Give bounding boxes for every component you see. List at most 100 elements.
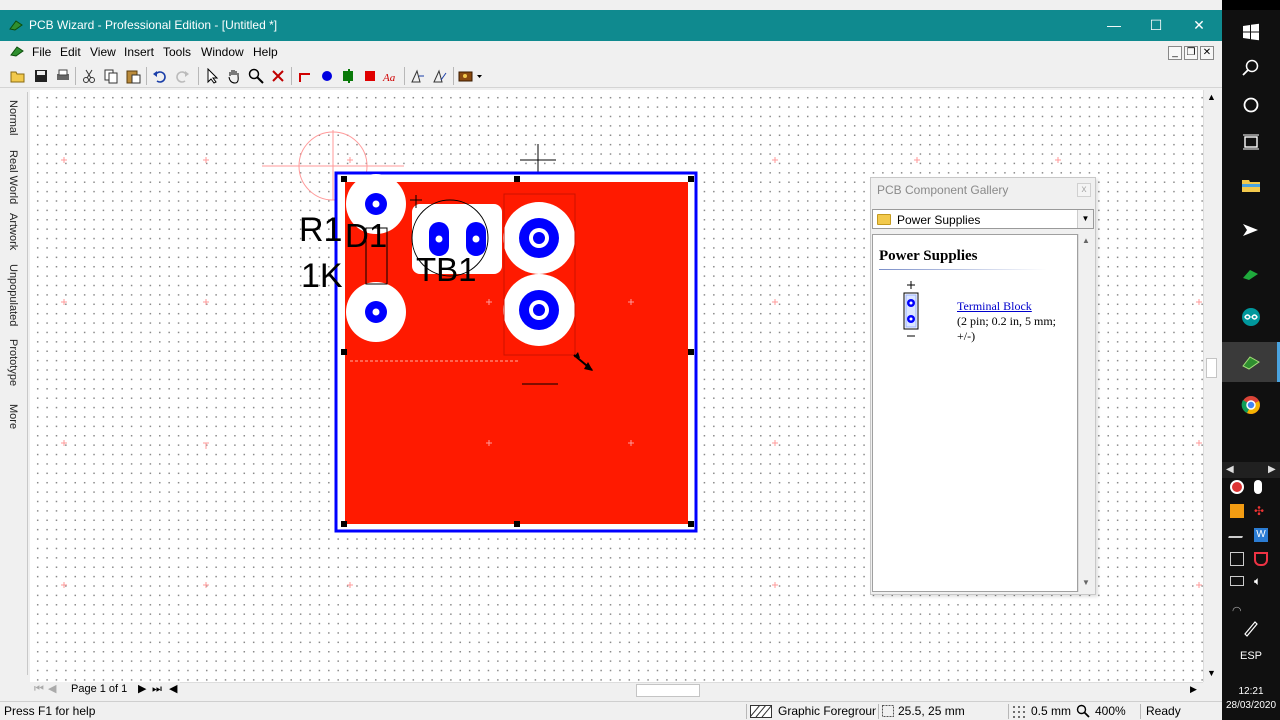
horizontal-scroll-thumb[interactable] — [636, 684, 700, 697]
menu-window[interactable]: Window — [201, 45, 244, 59]
layer-hatch-icon — [750, 705, 772, 718]
tray-cloud-icon[interactable] — [1228, 528, 1246, 538]
clock[interactable]: 12:21 28/03/2020 — [1222, 685, 1280, 713]
cut-icon[interactable] — [81, 68, 97, 84]
tab-normal[interactable]: Normal — [7, 100, 19, 135]
menu-edit[interactable]: Edit — [60, 45, 81, 59]
last-page-icon[interactable]: ⏭ — [152, 682, 162, 697]
canvas-horizontal-scrollbar[interactable]: ▶ — [30, 682, 1203, 697]
scroll-left-icon[interactable]: ◀ — [169, 682, 177, 697]
menu-tools[interactable]: Tools — [163, 45, 191, 59]
maximize-button[interactable]: ☐ — [1136, 14, 1176, 36]
tab-more[interactable]: More — [7, 404, 19, 429]
scroll-down-icon[interactable]: ▼ — [1207, 668, 1216, 678]
canvas-vertical-scrollbar[interactable]: ▲ ▼ — [1203, 90, 1218, 682]
d1-label[interactable]: D1 — [345, 219, 387, 253]
arduino-icon[interactable] — [1241, 307, 1261, 327]
tab-real-world[interactable]: Real World — [7, 150, 19, 204]
battery-icon[interactable] — [1230, 576, 1244, 586]
text-icon[interactable]: Aa — [382, 68, 398, 84]
task-view-icon[interactable] — [1241, 132, 1261, 152]
pan-icon[interactable] — [226, 68, 242, 84]
tray-storage-icon[interactable] — [1230, 552, 1244, 566]
view-side-tabs: Normal Real World Artwork Unpopulated Pr… — [0, 92, 28, 675]
document-icon[interactable] — [10, 45, 24, 57]
gallery-category-select[interactable]: Power Supplies ▼ — [872, 209, 1094, 229]
scroll-up-icon[interactable]: ▲ — [1082, 236, 1090, 245]
autoroute-icon[interactable] — [410, 68, 426, 84]
chevron-down-icon[interactable]: ▼ — [1077, 210, 1093, 228]
rectangle-icon[interactable] — [362, 68, 378, 84]
tools-dropdown-icon[interactable] — [458, 68, 484, 84]
r1-value-label[interactable]: 1K — [301, 259, 343, 293]
zoom-icon[interactable] — [248, 68, 264, 84]
tray-network-icon[interactable]: ✣ — [1254, 504, 1268, 518]
save-icon[interactable] — [33, 68, 49, 84]
select-icon[interactable] — [205, 68, 221, 84]
file-explorer-icon[interactable] — [1241, 175, 1261, 195]
microphone-icon[interactable] — [1254, 480, 1262, 494]
print-icon[interactable] — [55, 68, 71, 84]
track-icon[interactable] — [297, 68, 313, 84]
prev-page-icon[interactable]: ◀ — [48, 682, 56, 697]
tray-updater-icon[interactable] — [1230, 504, 1244, 518]
next-page-icon[interactable]: ▶ — [138, 682, 146, 697]
scroll-down-icon[interactable]: ▼ — [1082, 578, 1090, 587]
speaker-icon[interactable]: 🔈︎ — [1254, 574, 1261, 589]
copy-icon[interactable] — [103, 68, 119, 84]
chrome-icon[interactable] — [1241, 395, 1261, 415]
gallery-close-button[interactable]: x — [1077, 183, 1091, 197]
wifi-icon[interactable]: ◠ — [1232, 604, 1242, 617]
gallery-heading: Power Supplies — [879, 248, 978, 264]
open-icon[interactable] — [10, 68, 26, 84]
word-icon[interactable]: W — [1254, 528, 1268, 542]
status-bar: Press F1 for help Graphic Foregrounc 25.… — [0, 701, 1222, 720]
search-icon[interactable] — [1241, 58, 1261, 78]
minimize-button[interactable]: — — [1094, 14, 1134, 36]
doc-close-button[interactable]: ✕ — [1200, 46, 1214, 60]
tray-scroll-left-icon[interactable]: ◀ — [1226, 464, 1234, 475]
scroll-up-icon[interactable]: ▲ — [1207, 92, 1216, 102]
terminal-block-icon[interactable] — [899, 279, 923, 341]
media-app-icon[interactable] — [1241, 220, 1261, 240]
menu-file[interactable]: File — [32, 45, 51, 59]
tray-scroll-right-icon[interactable]: ▶ — [1268, 464, 1276, 475]
pcb-app-icon[interactable] — [1241, 264, 1261, 284]
menu-help[interactable]: Help — [253, 45, 278, 59]
menu-view[interactable]: View — [90, 45, 116, 59]
scroll-right-icon[interactable]: ▶ — [1190, 684, 1197, 695]
paste-icon[interactable] — [125, 68, 141, 84]
delete-icon[interactable] — [270, 68, 286, 84]
folder-icon — [877, 214, 891, 225]
menu-insert[interactable]: Insert — [124, 45, 154, 59]
system-tray: ✣ W 🔈︎ ◠ — [1228, 480, 1274, 620]
undo-icon[interactable] — [152, 68, 168, 84]
tb1-label[interactable]: TB1 — [416, 253, 477, 287]
first-page-icon[interactable]: ⏮ — [34, 682, 44, 697]
cortana-icon[interactable] — [1241, 95, 1261, 115]
doc-restore-button[interactable]: ❐ — [1184, 46, 1198, 60]
gallery-scrollbar[interactable]: ▲ ▼ — [1078, 234, 1094, 592]
doc-minimize-button[interactable]: _ — [1168, 46, 1182, 60]
screen: PCB Wizard - Professional Edition - [Unt… — [0, 0, 1280, 720]
windows-start-icon[interactable] — [1241, 22, 1261, 42]
terminal-block-link[interactable]: Terminal Block — [957, 299, 1032, 314]
redo-icon[interactable] — [174, 68, 190, 84]
rules-icon[interactable] — [432, 68, 448, 84]
vertical-scroll-thumb[interactable] — [1206, 358, 1217, 378]
pad-icon[interactable] — [319, 68, 335, 84]
tray-scroll[interactable]: ◀ ▶ — [1222, 462, 1280, 478]
copper-area-icon[interactable] — [340, 68, 356, 84]
status-grid: 0.5 mm — [1031, 704, 1072, 718]
tab-artwork[interactable]: Artwork — [7, 213, 19, 250]
r1-label[interactable]: R1 — [299, 213, 342, 247]
tab-prototype[interactable]: Prototype — [7, 339, 19, 386]
close-button[interactable]: ✕ — [1179, 14, 1219, 36]
title-bar[interactable]: PCB Wizard - Professional Edition - [Unt… — [0, 10, 1222, 41]
tray-app-icon[interactable] — [1230, 480, 1244, 494]
tab-unpopulated[interactable]: Unpopulated — [7, 264, 19, 326]
pen-icon[interactable] — [1241, 618, 1261, 638]
tray-security-icon[interactable] — [1254, 552, 1268, 566]
pcb-wizard-taskbar-icon[interactable] — [1241, 352, 1261, 372]
language-indicator[interactable]: ESP — [1222, 650, 1280, 662]
